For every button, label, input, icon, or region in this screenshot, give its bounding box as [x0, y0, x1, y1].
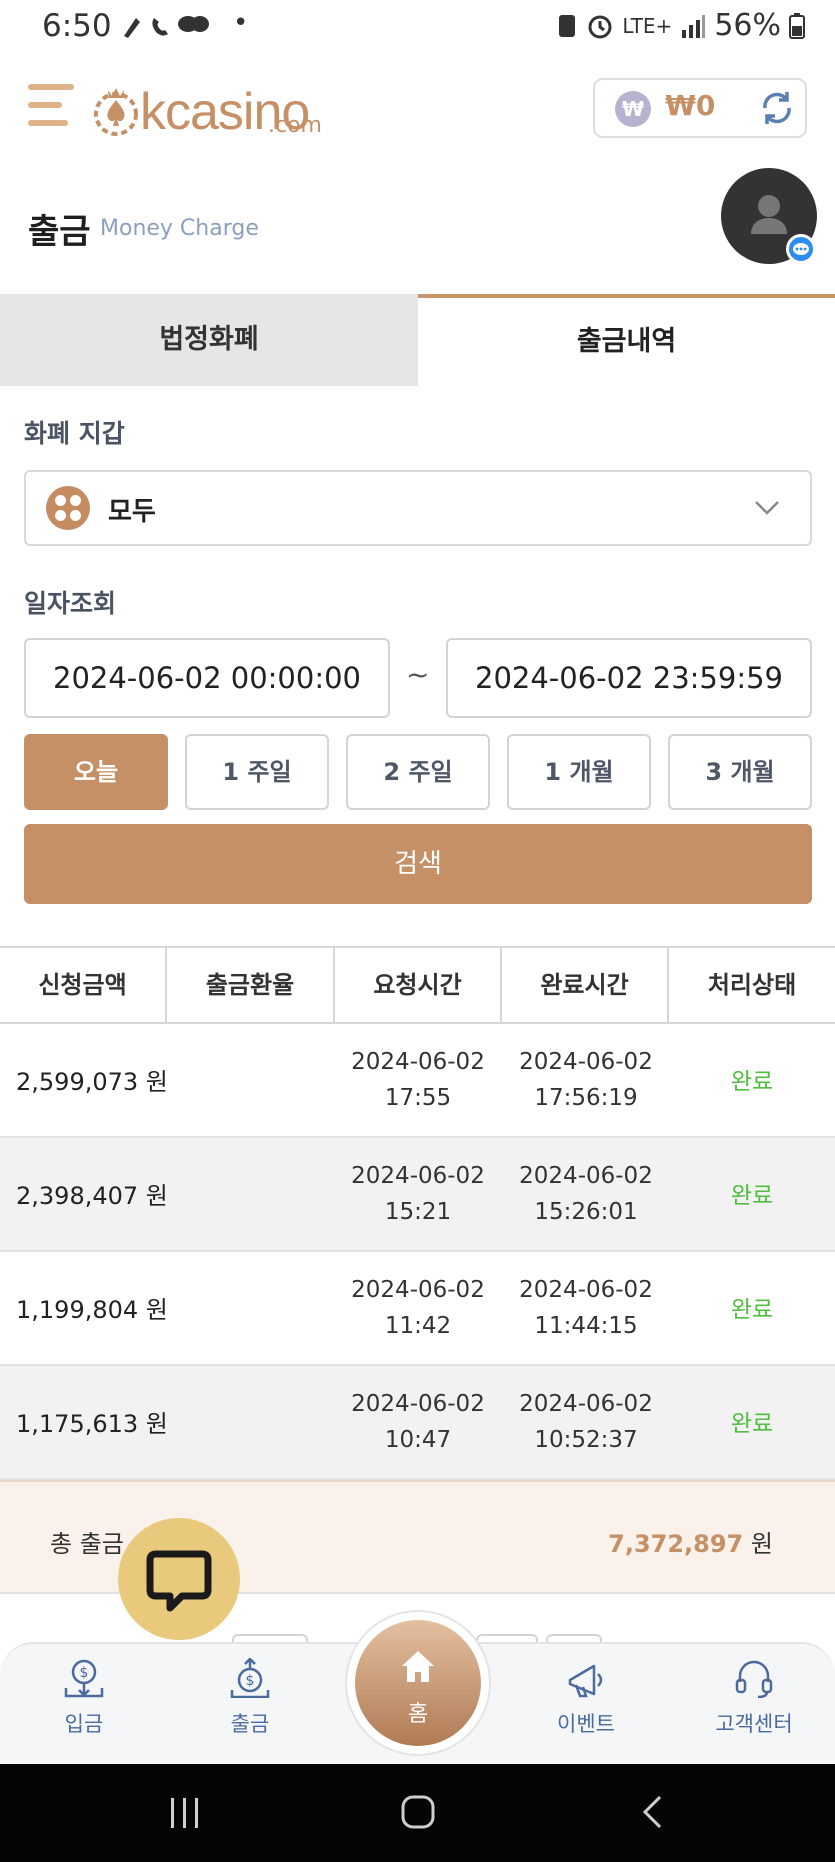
live-chat-button[interactable] [118, 1518, 240, 1640]
table-row: 2,599,073 원 2024-06-02 17:55 2024-06-02 17… [0, 1024, 835, 1138]
cell-complete-time: 2024-06-02 15:26:01 [519, 1163, 653, 1225]
nav-label: 이벤트 [557, 1712, 615, 1736]
column-header: 출금환율 [167, 948, 335, 1022]
status-badge: 완료 [730, 1183, 774, 1209]
chevron-down-icon [755, 501, 779, 515]
wallet-balance: ₩0 [665, 89, 716, 122]
column-header: 완료시간 [502, 948, 669, 1022]
table-row: 1,199,804 원 2024-06-02 11:42 2024-06-02 11… [0, 1252, 835, 1366]
period-3month-button[interactable]: 3 개월 [668, 734, 812, 810]
menu-line [28, 102, 62, 108]
date-filter-label: 일자조회 [24, 589, 117, 618]
nav-events[interactable]: 이벤트 [526, 1658, 646, 1738]
nav-label: 출금 [230, 1712, 270, 1736]
cell-complete-time: 2024-06-02 17:56:19 [519, 1049, 653, 1111]
wallet-select-value: 모두 [108, 497, 156, 527]
status-time: 6:50 [42, 8, 112, 44]
nav-withdraw[interactable]: $ 출금 [190, 1657, 310, 1738]
cell-complete-time: 2024-06-02 11:44:15 [519, 1277, 653, 1339]
refresh-icon[interactable] [757, 88, 797, 128]
column-header: 신청금액 [0, 948, 167, 1022]
battery-icon [789, 12, 805, 39]
total-amount: 7,372,897 원 [608, 1524, 773, 1559]
nav-home[interactable]: 홈 [355, 1620, 481, 1746]
withdraw-icon: $ [230, 1657, 270, 1699]
svg-text:$: $ [80, 1665, 89, 1681]
status-bar: 6:50 • LTE+ 56% [0, 0, 835, 56]
period-1month-button[interactable]: 1 개월 [507, 734, 651, 810]
table-header: 신청금액 출금환율 요청시간 완료시간 처리상태 [0, 946, 835, 1024]
menu-button[interactable] [28, 84, 74, 128]
wallet-balance-box: ₩ ₩0 [593, 78, 807, 138]
signal-icon [682, 14, 706, 38]
end-date-input[interactable]: 2024-06-02 23:59:59 [446, 638, 812, 718]
menu-line [28, 120, 68, 126]
total-label: 총 출금 [50, 1530, 124, 1558]
period-today-button[interactable]: 오늘 [24, 734, 168, 810]
status-badge: 완료 [730, 1069, 774, 1095]
won-coin-icon: ₩ [615, 91, 651, 127]
svg-text:$: $ [246, 1673, 255, 1689]
status-badge: 완료 [730, 1297, 774, 1323]
status-right: LTE+ 56% [556, 8, 805, 43]
wallet-filter-label: 화폐 지갑 [24, 419, 125, 448]
grid-coin-icon [46, 486, 90, 530]
megaphone-icon [568, 1664, 603, 1698]
network-type: LTE+ [622, 13, 673, 38]
home-system-icon[interactable] [400, 1794, 436, 1830]
nav-support[interactable]: 고객센터 [694, 1658, 814, 1738]
nav-label: 고객센터 [715, 1712, 793, 1736]
date-separator: ~ [406, 658, 430, 691]
chat-bubble-icon [146, 1550, 212, 1612]
page-title: 출금 [28, 212, 91, 252]
back-icon[interactable] [640, 1794, 664, 1830]
home-icon [402, 1651, 434, 1682]
recent-apps-icon[interactable] [168, 1796, 202, 1830]
cell-amount: 1,175,613 원 [16, 1410, 168, 1438]
cell-amount: 2,599,073 원 [16, 1068, 168, 1096]
tab-fiat[interactable]: 법정화폐 [0, 294, 418, 386]
cell-request-time: 2024-06-02 11:42 [351, 1277, 485, 1339]
tab-withdraw-history[interactable]: 출금내역 [418, 294, 835, 386]
logo-spade-icon [94, 88, 138, 136]
nav-label: 입금 [64, 1712, 104, 1736]
table-row: 1,175,613 원 2024-06-02 10:47 2024-06-02 10… [0, 1366, 835, 1480]
status-badge: 완료 [730, 1411, 774, 1437]
menu-line [28, 84, 74, 90]
cell-complete-time: 2024-06-02 10:52:37 [519, 1391, 653, 1453]
notification-icons-glyphs [124, 16, 209, 38]
status-dot: • [233, 8, 249, 38]
deposit-icon: $ [64, 1659, 104, 1698]
system-nav-bar [0, 1764, 835, 1862]
message-badge-icon [786, 234, 816, 264]
column-header: 요청시간 [335, 948, 502, 1022]
cell-amount: 2,398,407 원 [16, 1182, 168, 1210]
search-button[interactable]: 검색 [24, 824, 812, 904]
cell-request-time: 2024-06-02 17:55 [351, 1049, 485, 1111]
period-1week-button[interactable]: 1 주일 [185, 734, 329, 810]
nav-deposit[interactable]: $ 입금 [24, 1658, 144, 1738]
total-unit: 원 [750, 1530, 773, 1558]
headset-icon [735, 1660, 773, 1699]
period-2week-button[interactable]: 2 주일 [346, 734, 490, 810]
nav-label: 홈 [407, 1702, 429, 1727]
start-date-input[interactable]: 2024-06-02 00:00:00 [24, 638, 390, 718]
wallet-select[interactable]: 모두 [24, 470, 812, 546]
cell-request-time: 2024-06-02 10:47 [351, 1391, 485, 1453]
table-row: 2,398,407 원 2024-06-02 15:21 2024-06-02 15… [0, 1138, 835, 1252]
notification-icons [118, 12, 228, 48]
battery-percent: 56% [714, 8, 781, 43]
total-value: 7,372,897 [608, 1530, 744, 1558]
logo-domain: .com [268, 113, 322, 138]
cell-amount: 1,199,804 원 [16, 1296, 168, 1324]
column-header: 처리상태 [707, 971, 797, 999]
cell-request-time: 2024-06-02 15:21 [351, 1163, 485, 1225]
page-subtitle: Money Charge [100, 216, 259, 241]
phone-lock-icon [559, 14, 576, 37]
alarm-icon [588, 15, 612, 38]
